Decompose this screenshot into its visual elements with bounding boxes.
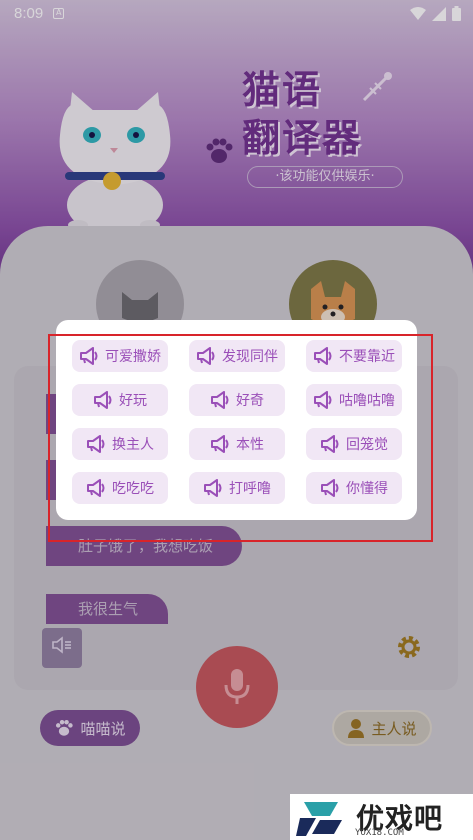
highlight-frame — [48, 334, 433, 542]
app-screen: 8:09 A 猫语 翻译器 ·该功能仅供娱乐· 肚子饿了，我想吃饭 我很生气 喵… — [0, 0, 473, 840]
brand-logo-icon — [296, 802, 342, 836]
brand-domain: YOX18.COM — [355, 828, 404, 838]
